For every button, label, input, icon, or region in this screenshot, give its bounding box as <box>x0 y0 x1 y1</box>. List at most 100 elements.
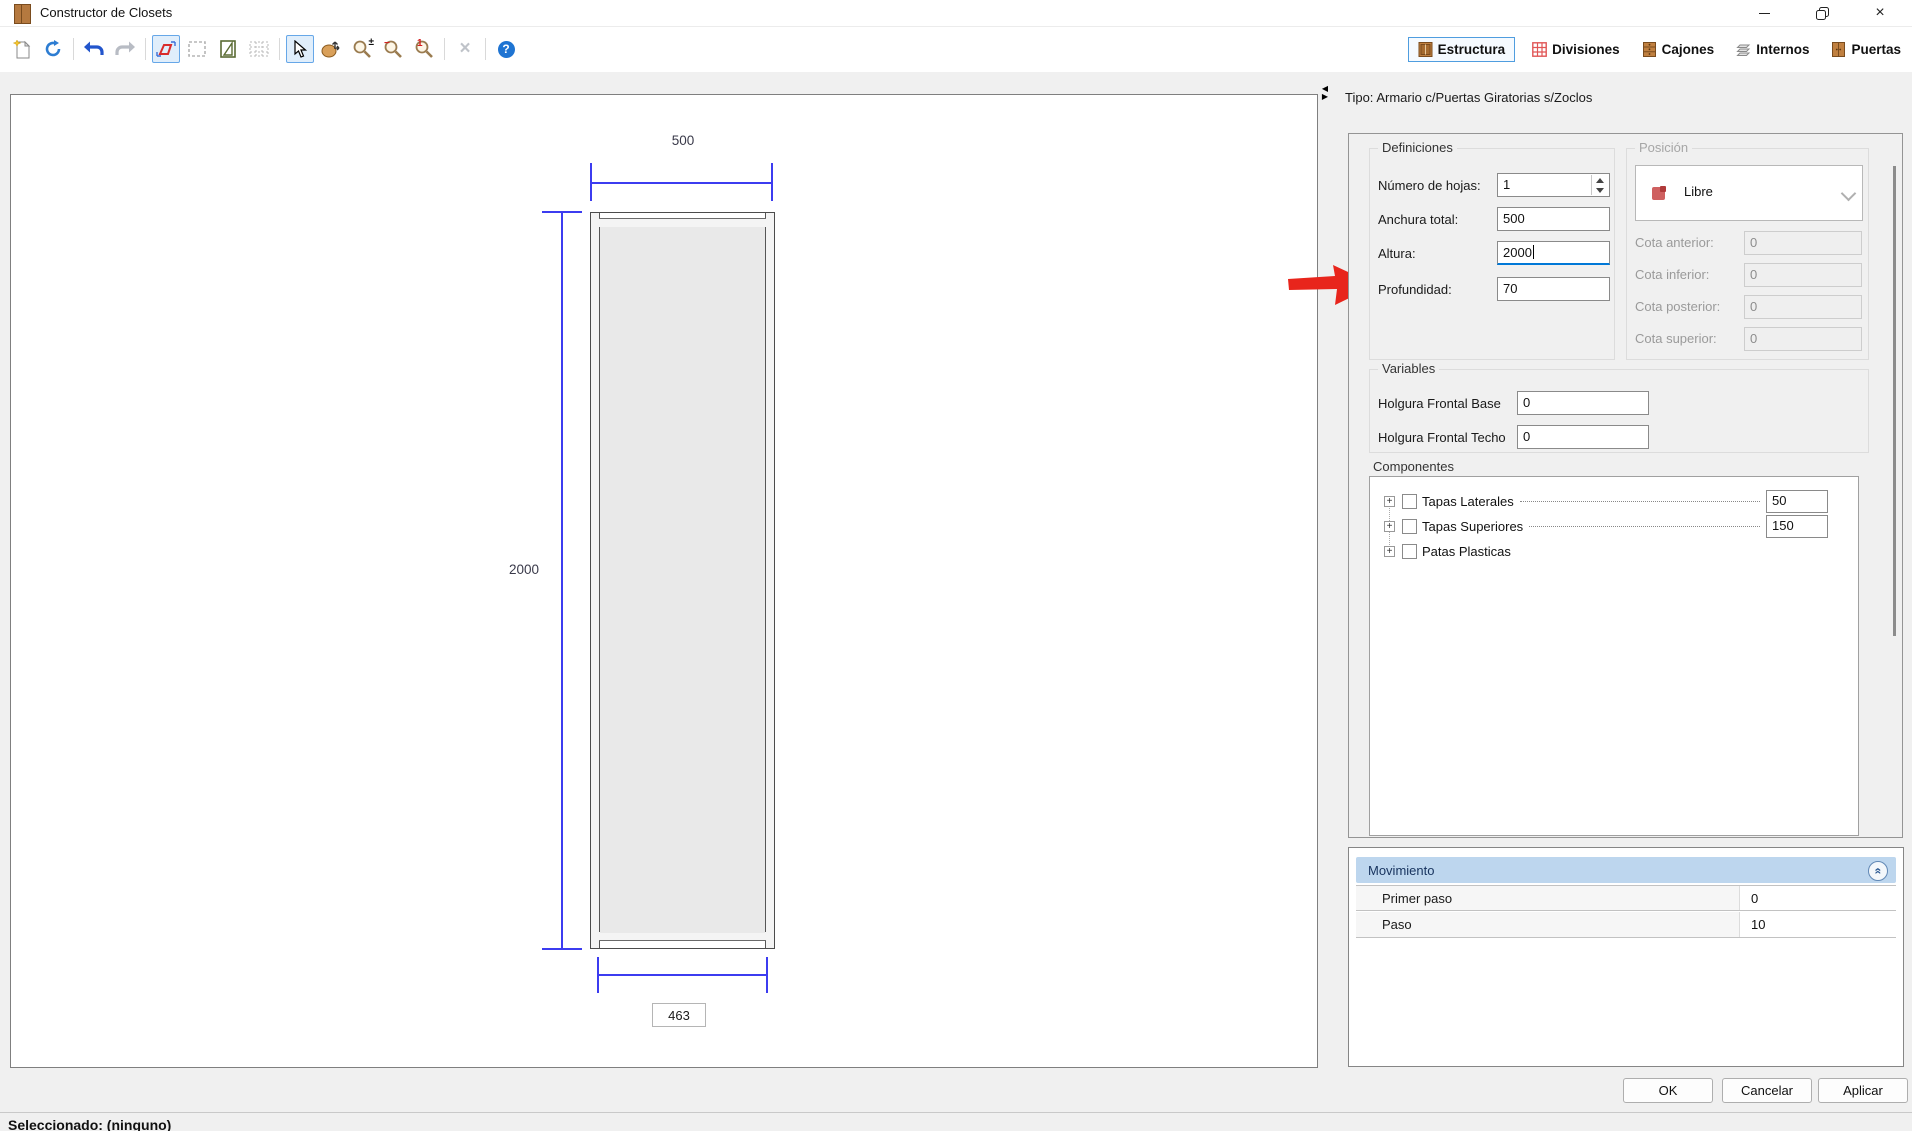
tab-internos[interactable]: Internos <box>1731 37 1814 62</box>
cota-superior-input: 0 <box>1744 327 1862 351</box>
zoom-out-button[interactable]: − <box>379 35 407 63</box>
tree-row-patas-plasticas: + Patas Plasticas <box>1370 539 1858 564</box>
scrollbar-thumb[interactable] <box>1893 166 1896 636</box>
window-title: Constructor de Closets <box>40 0 172 26</box>
delete-icon: × <box>459 38 470 60</box>
minimize-button[interactable] <box>1741 0 1787 26</box>
paso-input[interactable]: 10 <box>1739 912 1896 937</box>
tab-strip: Estructura Divisiones Cajones <box>1408 35 1906 63</box>
altura-label: Altura: <box>1378 246 1416 261</box>
shape-edit-tool-button[interactable] <box>152 35 180 63</box>
shape-edit-icon <box>156 40 176 58</box>
holgura-base-input[interactable]: 0 <box>1517 391 1649 415</box>
movimiento-title: Movimiento <box>1368 863 1434 878</box>
primer-paso-input[interactable]: 0 <box>1739 886 1896 910</box>
undo-button[interactable] <box>80 35 108 63</box>
anchura-value: 500 <box>1503 211 1525 226</box>
apply-button[interactable]: Aplicar <box>1818 1078 1908 1103</box>
tab-cajones[interactable]: Cajones <box>1637 37 1720 62</box>
spinner-down-button[interactable] <box>1592 185 1608 195</box>
expand-icon[interactable]: + <box>1384 496 1395 507</box>
tab-puertas[interactable]: Puertas <box>1826 37 1906 62</box>
tapas-superiores-value: 150 <box>1772 518 1794 533</box>
tapas-superiores-checkbox[interactable] <box>1402 519 1417 534</box>
cota-superior-label: Cota superior: <box>1635 331 1717 346</box>
cota-anterior-label: Cota anterior: <box>1635 235 1714 250</box>
redo-button[interactable] <box>111 35 139 63</box>
cota-posterior-input: 0 <box>1744 295 1862 319</box>
toolbar: ± − 1 × ? Estructura <box>0 27 1912 73</box>
refresh-button[interactable] <box>39 35 67 63</box>
door-tool-button[interactable] <box>214 35 242 63</box>
zoom-dynamic-button[interactable]: ± <box>348 35 376 63</box>
cota-posterior-label: Cota posterior: <box>1635 299 1720 314</box>
ok-button[interactable]: OK <box>1623 1078 1713 1103</box>
tab-estructura[interactable]: Estructura <box>1408 37 1516 62</box>
holgura-techo-input[interactable]: 0 <box>1517 425 1649 449</box>
tapas-laterales-label: Tapas Laterales <box>1422 494 1514 509</box>
close-button[interactable]: × <box>1857 0 1903 26</box>
tapas-laterales-input[interactable]: 50 <box>1766 490 1828 513</box>
cancel-button[interactable]: Cancelar <box>1722 1078 1812 1103</box>
altura-input[interactable]: 2000 <box>1497 241 1610 265</box>
anchura-input[interactable]: 500 <box>1497 207 1610 231</box>
posicion-group: Posición Libre Cota anterior: 0 Cota inf… <box>1626 148 1869 360</box>
dimension-line-left <box>561 211 563 950</box>
new-document-icon <box>13 39 31 59</box>
primer-paso-label: Primer paso <box>1382 891 1452 906</box>
text-caret <box>1533 245 1534 259</box>
help-icon: ? <box>498 41 515 58</box>
paso-label: Paso <box>1382 917 1412 932</box>
dimension-line-bottom <box>597 974 768 976</box>
tapas-laterales-checkbox[interactable] <box>1402 494 1417 509</box>
cursor-icon <box>293 40 307 58</box>
close-icon: × <box>1875 5 1884 21</box>
movimiento-header[interactable]: Movimiento « <box>1356 857 1896 883</box>
tapas-superiores-input[interactable]: 150 <box>1766 515 1828 538</box>
dimension-line-top <box>590 182 773 184</box>
new-document-button[interactable] <box>8 35 36 63</box>
grid-tool-button[interactable] <box>245 35 273 63</box>
componentes-title: Componentes <box>1373 459 1454 474</box>
pan-hand-button[interactable] <box>317 35 345 63</box>
cabinet-drawing[interactable] <box>590 212 775 949</box>
drawing-canvas[interactable]: 500 2000 463 <box>10 94 1318 1068</box>
cota-inferior-label: Cota inferior: <box>1635 267 1709 282</box>
expand-icon[interactable]: + <box>1384 546 1395 557</box>
redo-icon <box>114 39 136 59</box>
cota-inferior-value: 0 <box>1750 267 1757 282</box>
door-tool-icon <box>220 40 236 58</box>
dimension-top-label: 500 <box>648 133 718 148</box>
toolbar-separator <box>444 38 445 60</box>
panel-splitter-toggle[interactable]: ◀ ▶ <box>1320 85 1330 101</box>
status-bar: Seleccionado: (ninguno) <box>0 1112 1912 1131</box>
profundidad-input[interactable]: 70 <box>1497 277 1610 301</box>
posicion-combobox[interactable]: Libre <box>1635 165 1863 221</box>
select-cursor-button[interactable] <box>286 35 314 63</box>
spinner-up-button[interactable] <box>1592 175 1608 185</box>
cancel-button-label: Cancelar <box>1741 1083 1793 1098</box>
numero-hojas-input[interactable]: 1 <box>1497 173 1610 197</box>
tab-label: Estructura <box>1438 42 1506 57</box>
componentes-tree: + Tapas Laterales 50 + Tapas Superiores … <box>1369 476 1859 836</box>
free-position-icon <box>1652 187 1665 200</box>
tapas-superiores-label: Tapas Superiores <box>1422 519 1523 534</box>
holgura-base-value: 0 <box>1523 395 1530 410</box>
tree-row-tapas-superiores: + Tapas Superiores 150 <box>1370 514 1858 539</box>
tab-divisiones[interactable]: Divisiones <box>1527 37 1625 62</box>
zoom-actual-button[interactable]: 1 <box>410 35 438 63</box>
zoom-plusminus-glyph: ± <box>369 37 375 48</box>
holgura-techo-value: 0 <box>1523 429 1530 444</box>
maximize-button[interactable] <box>1799 0 1845 26</box>
cabinet-right-panel <box>765 213 774 948</box>
dimension-bottom-input[interactable]: 463 <box>652 1003 706 1027</box>
marquee-select-button[interactable] <box>183 35 211 63</box>
variables-group: Variables Holgura Frontal Base 0 Holgura… <box>1369 369 1869 453</box>
patas-plasticas-label: Patas Plasticas <box>1422 544 1511 559</box>
collapse-button[interactable]: « <box>1868 861 1888 881</box>
patas-plasticas-checkbox[interactable] <box>1402 544 1417 559</box>
expand-icon[interactable]: + <box>1384 521 1395 532</box>
numero-hojas-spinner[interactable] <box>1591 175 1608 195</box>
delete-button[interactable]: × <box>451 35 479 63</box>
help-button[interactable]: ? <box>492 35 520 63</box>
